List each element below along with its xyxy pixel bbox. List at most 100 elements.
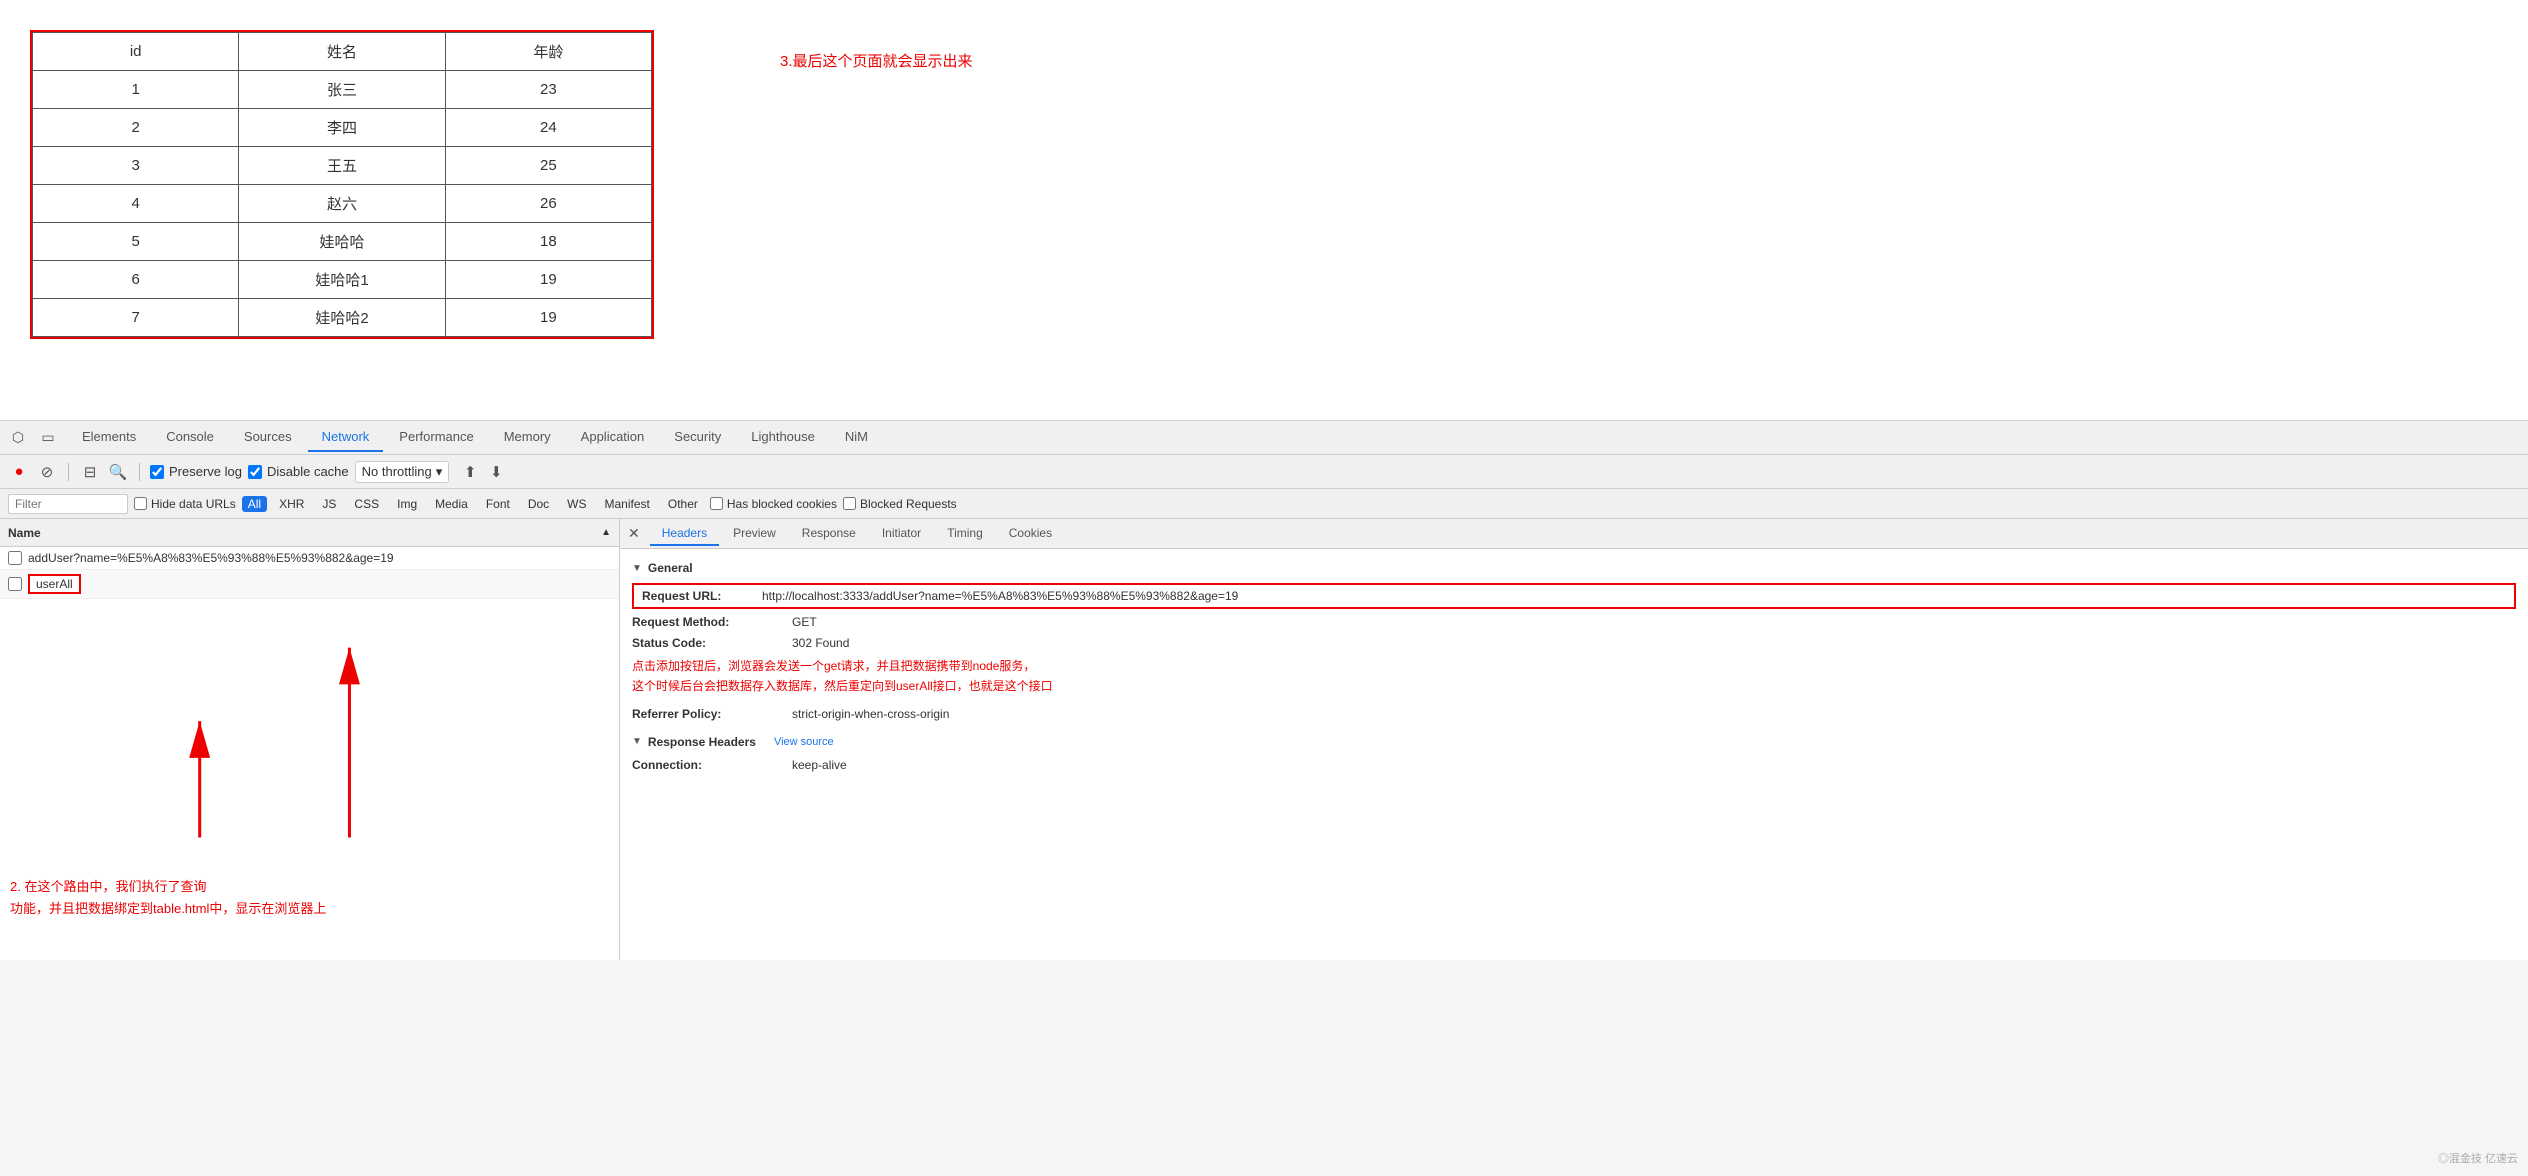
toolbar-separator-2 (139, 463, 140, 481)
request-item-adduser[interactable]: addUser?name=%E5%A8%83%E5%93%88%E5%93%88… (0, 547, 619, 570)
throttling-select[interactable]: No throttling ▾ (355, 461, 450, 483)
hide-data-urls-label[interactable]: Hide data URLs (134, 497, 236, 511)
connection-row: Connection: keep-alive (632, 756, 2516, 774)
tab-application[interactable]: Application (567, 423, 659, 452)
table-cell-2-0: 3 (33, 147, 239, 185)
stop-button[interactable]: ⊘ (36, 461, 58, 483)
table-cell-1-1: 李四 (239, 109, 445, 147)
tab-lighthouse[interactable]: Lighthouse (737, 423, 829, 452)
blocked-cookies-label[interactable]: Has blocked cookies (710, 497, 837, 511)
table-cell-1-0: 2 (33, 109, 239, 147)
blocked-requests-checkbox[interactable] (843, 497, 856, 510)
tab-elements[interactable]: Elements (68, 423, 150, 452)
preserve-log-label[interactable]: Preserve log (150, 464, 242, 479)
filter-icon[interactable]: ⊟ (79, 461, 101, 483)
filter-font-btn[interactable]: Font (480, 496, 516, 512)
tab-network[interactable]: Network (308, 423, 384, 452)
table-cell-0-0: 1 (33, 71, 239, 109)
throttling-chevron: ▾ (436, 464, 443, 480)
hide-data-urls-checkbox[interactable] (134, 497, 147, 510)
details-tab-timing[interactable]: Timing (935, 522, 995, 546)
tab-nim[interactable]: NiM (831, 423, 882, 452)
throttling-label: No throttling (362, 464, 432, 479)
details-tab-headers[interactable]: Headers (650, 522, 719, 546)
devtools-panel: ⬡ ▭ Elements Console Sources Network Per… (0, 420, 2528, 960)
hide-data-urls-text: Hide data URLs (151, 497, 236, 511)
data-table: id 姓名 年龄 1张三232李四243王五254赵六265娃哈哈186娃哈哈1… (32, 32, 652, 337)
filter-ws-btn[interactable]: WS (561, 496, 592, 512)
general-section-header[interactable]: ▼ General (632, 557, 2516, 579)
table-cell-3-2: 26 (445, 185, 651, 223)
filter-xhr-btn[interactable]: XHR (273, 496, 310, 512)
table-row: 3王五25 (33, 147, 652, 185)
filter-css-btn[interactable]: CSS (348, 496, 385, 512)
details-tab-initiator[interactable]: Initiator (870, 522, 933, 546)
data-table-wrapper: id 姓名 年龄 1张三232李四243王五254赵六265娃哈哈186娃哈哈1… (30, 30, 654, 339)
disable-cache-label[interactable]: Disable cache (248, 464, 349, 479)
table-row: 6娃哈哈119 (33, 261, 652, 299)
filter-img-btn[interactable]: Img (391, 496, 423, 512)
table-cell-5-2: 19 (445, 261, 651, 299)
table-row: 7娃哈哈219 (33, 299, 652, 337)
filter-doc-btn[interactable]: Doc (522, 496, 555, 512)
table-cell-5-1: 娃哈哈1 (239, 261, 445, 299)
disable-cache-checkbox[interactable] (248, 465, 262, 479)
table-cell-3-0: 4 (33, 185, 239, 223)
referrer-policy-value: strict-origin-when-cross-origin (792, 705, 949, 723)
request-method-key: Request Method: (632, 613, 792, 631)
blocked-cookies-checkbox[interactable] (710, 497, 723, 510)
tab-console[interactable]: Console (152, 423, 228, 452)
filter-media-btn[interactable]: Media (429, 496, 474, 512)
status-code-value: 302 Found (792, 634, 849, 652)
tab-memory[interactable]: Memory (490, 423, 565, 452)
requests-list: addUser?name=%E5%A8%83%E5%93%88%E5%93%88… (0, 547, 619, 960)
request-item-userall[interactable]: userAll (0, 570, 619, 599)
status-code-key: Status Code: (632, 634, 792, 652)
inspect-icon[interactable]: ⬡ (8, 428, 28, 448)
table-cell-5-0: 6 (33, 261, 239, 299)
page-content: id 姓名 年龄 1张三232李四243王五254赵六265娃哈哈186娃哈哈1… (0, 0, 2528, 420)
view-source-link[interactable]: View source (774, 736, 834, 748)
details-tab-response[interactable]: Response (790, 522, 868, 546)
details-content: ▼ General Request URL: http://localhost:… (620, 549, 2528, 960)
col-header-name: 姓名 (239, 33, 445, 71)
blocked-requests-label[interactable]: Blocked Requests (843, 497, 957, 511)
search-icon[interactable]: 🔍 (107, 461, 129, 483)
table-cell-4-2: 18 (445, 223, 651, 261)
filter-all-btn[interactable]: All (242, 496, 267, 512)
filter-other-btn[interactable]: Other (662, 496, 704, 512)
table-row: 4赵六26 (33, 185, 652, 223)
col-header-age: 年龄 (445, 33, 651, 71)
devtools-filter-row: Hide data URLs All XHR JS CSS Img Media … (0, 489, 2528, 519)
close-details-button[interactable]: ✕ (628, 525, 640, 542)
filter-input[interactable] (8, 494, 128, 514)
table-cell-3-1: 赵六 (239, 185, 445, 223)
tab-security[interactable]: Security (660, 423, 735, 452)
preserve-log-checkbox[interactable] (150, 465, 164, 479)
request-checkbox-userall[interactable] (8, 577, 22, 591)
annotation-3: 3.最后这个页面就会显示出来 (780, 50, 973, 71)
device-icon[interactable]: ▭ (38, 428, 58, 448)
download-icon[interactable]: ⬇ (485, 461, 507, 483)
response-headers-title: Response Headers (648, 735, 756, 749)
record-button[interactable]: ● (8, 461, 30, 483)
response-headers-section-header[interactable]: ▼ Response Headers View source (632, 731, 2516, 753)
request-checkbox-adduser[interactable] (8, 551, 22, 565)
table-row: 1张三23 (33, 71, 652, 109)
filter-js-btn[interactable]: JS (316, 496, 342, 512)
tab-sources[interactable]: Sources (230, 423, 306, 452)
request-name-adduser: addUser?name=%E5%A8%83%E5%93%88%E5%93%88… (28, 551, 611, 565)
table-cell-0-2: 23 (445, 71, 651, 109)
table-cell-6-0: 7 (33, 299, 239, 337)
request-url-value: http://localhost:3333/addUser?name=%E5%A… (762, 589, 1238, 603)
table-cell-4-1: 娃哈哈 (239, 223, 445, 261)
details-tab-cookies[interactable]: Cookies (997, 522, 1064, 546)
upload-icon[interactable]: ⬆ (459, 461, 481, 483)
table-cell-6-1: 娃哈哈2 (239, 299, 445, 337)
tab-performance[interactable]: Performance (385, 423, 487, 452)
toolbar-separator-1 (68, 463, 69, 481)
devtools-toolbar: ● ⊘ ⊟ 🔍 Preserve log Disable cache No th… (0, 455, 2528, 489)
filter-manifest-btn[interactable]: Manifest (599, 496, 656, 512)
details-tab-preview[interactable]: Preview (721, 522, 788, 546)
upload-download-area: ⬆ ⬇ (459, 461, 507, 483)
